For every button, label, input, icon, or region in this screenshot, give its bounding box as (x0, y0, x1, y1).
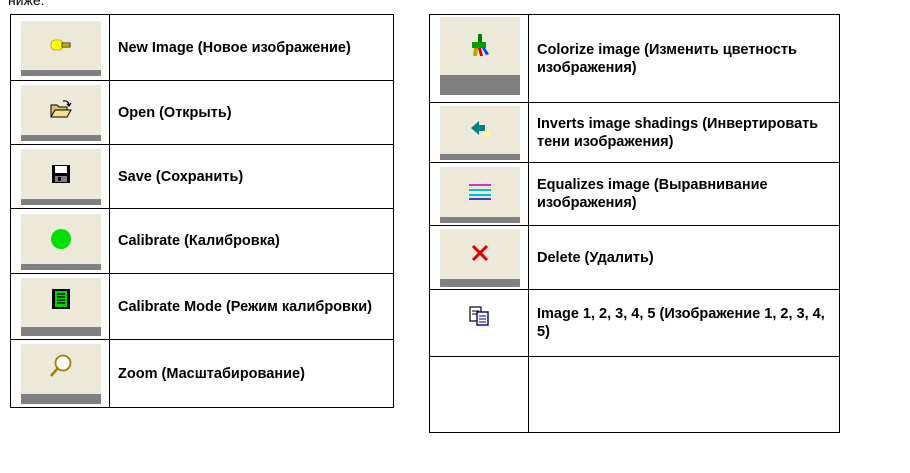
delete-x-icon (471, 244, 488, 262)
new-image-button[interactable] (19, 19, 101, 76)
table-row: Zoom (Масштабирование) (10, 339, 394, 408)
table-row: Colorize image (Изменить цветность изобр… (429, 14, 840, 103)
save-disk-icon (51, 165, 70, 183)
image-copy-button[interactable] (439, 294, 519, 352)
row-label: Calibrate Mode (Режим калибровки) (109, 273, 394, 340)
table-row: Image 1, 2, 3, 4, 5 (Изображение 1, 2, 3… (429, 289, 840, 357)
table-row: Save (Сохранить) (10, 144, 394, 209)
icon-cell (10, 144, 110, 209)
colorize-button[interactable] (438, 16, 520, 95)
icon-cell (10, 80, 110, 145)
intro-text: ниже: (8, 0, 45, 8)
row-label: Delete (Удалить) (528, 225, 840, 290)
icon-cell (10, 339, 110, 408)
empty-cell (528, 356, 840, 433)
row-label: Open (Открыть) (109, 80, 394, 145)
equalize-icon (468, 183, 491, 200)
empty-cell (429, 356, 529, 433)
table-row: Open (Открыть) (10, 80, 394, 145)
image-copy-icon (469, 306, 489, 326)
icon-cell (429, 102, 529, 163)
zoom-magnifier-icon (49, 354, 71, 377)
row-label: Inverts image shadings (Инвертировать те… (528, 102, 840, 163)
icon-cell (429, 14, 529, 103)
row-label: Save (Сохранить) (109, 144, 394, 209)
table-row: New Image (Новое изображение) (10, 14, 394, 81)
invert-shading-icon (470, 121, 490, 137)
table-row: Delete (Удалить) (429, 225, 840, 290)
icon-cell (429, 225, 529, 290)
zoom-button[interactable] (19, 343, 101, 404)
equalize-button[interactable] (438, 165, 520, 223)
table-row: Calibrate (Калибровка) (10, 208, 394, 274)
right-icon-table: Colorize image (Изменить цветность изобр… (429, 14, 840, 433)
row-label: Equalizes image (Выравнивание изображени… (528, 162, 840, 226)
table-row: Inverts image shadings (Инвертировать те… (429, 102, 840, 163)
delete-button[interactable] (438, 228, 520, 287)
save-button[interactable] (19, 148, 101, 205)
icon-cell (429, 289, 529, 357)
icon-cell (10, 273, 110, 340)
open-folder-icon (49, 100, 72, 118)
calibrate-mode-icon (51, 289, 70, 309)
row-label: Colorize image (Изменить цветность изобр… (528, 14, 840, 103)
new-image-icon (50, 39, 70, 50)
row-label: Calibrate (Калибровка) (109, 208, 394, 274)
row-label: New Image (Новое изображение) (109, 14, 394, 81)
left-icon-table: New Image (Новое изображение) Open (Откр… (10, 14, 394, 408)
table-row (429, 356, 840, 433)
table-row: Equalizes image (Выравнивание изображени… (429, 162, 840, 226)
icon-cell (10, 14, 110, 81)
colorize-icon (471, 34, 489, 56)
row-label: Zoom (Масштабирование) (109, 339, 394, 408)
icon-cell (10, 208, 110, 274)
calibrate-dot-icon (50, 228, 71, 249)
open-button[interactable] (19, 84, 101, 141)
invert-shading-button[interactable] (438, 105, 520, 160)
row-label: Image 1, 2, 3, 4, 5 (Изображение 1, 2, 3… (528, 289, 840, 357)
table-row: Calibrate Mode (Режим калибровки) (10, 273, 394, 340)
icon-cell (429, 162, 529, 226)
calibrate-button[interactable] (19, 212, 101, 270)
calibrate-mode-button[interactable] (19, 277, 101, 336)
